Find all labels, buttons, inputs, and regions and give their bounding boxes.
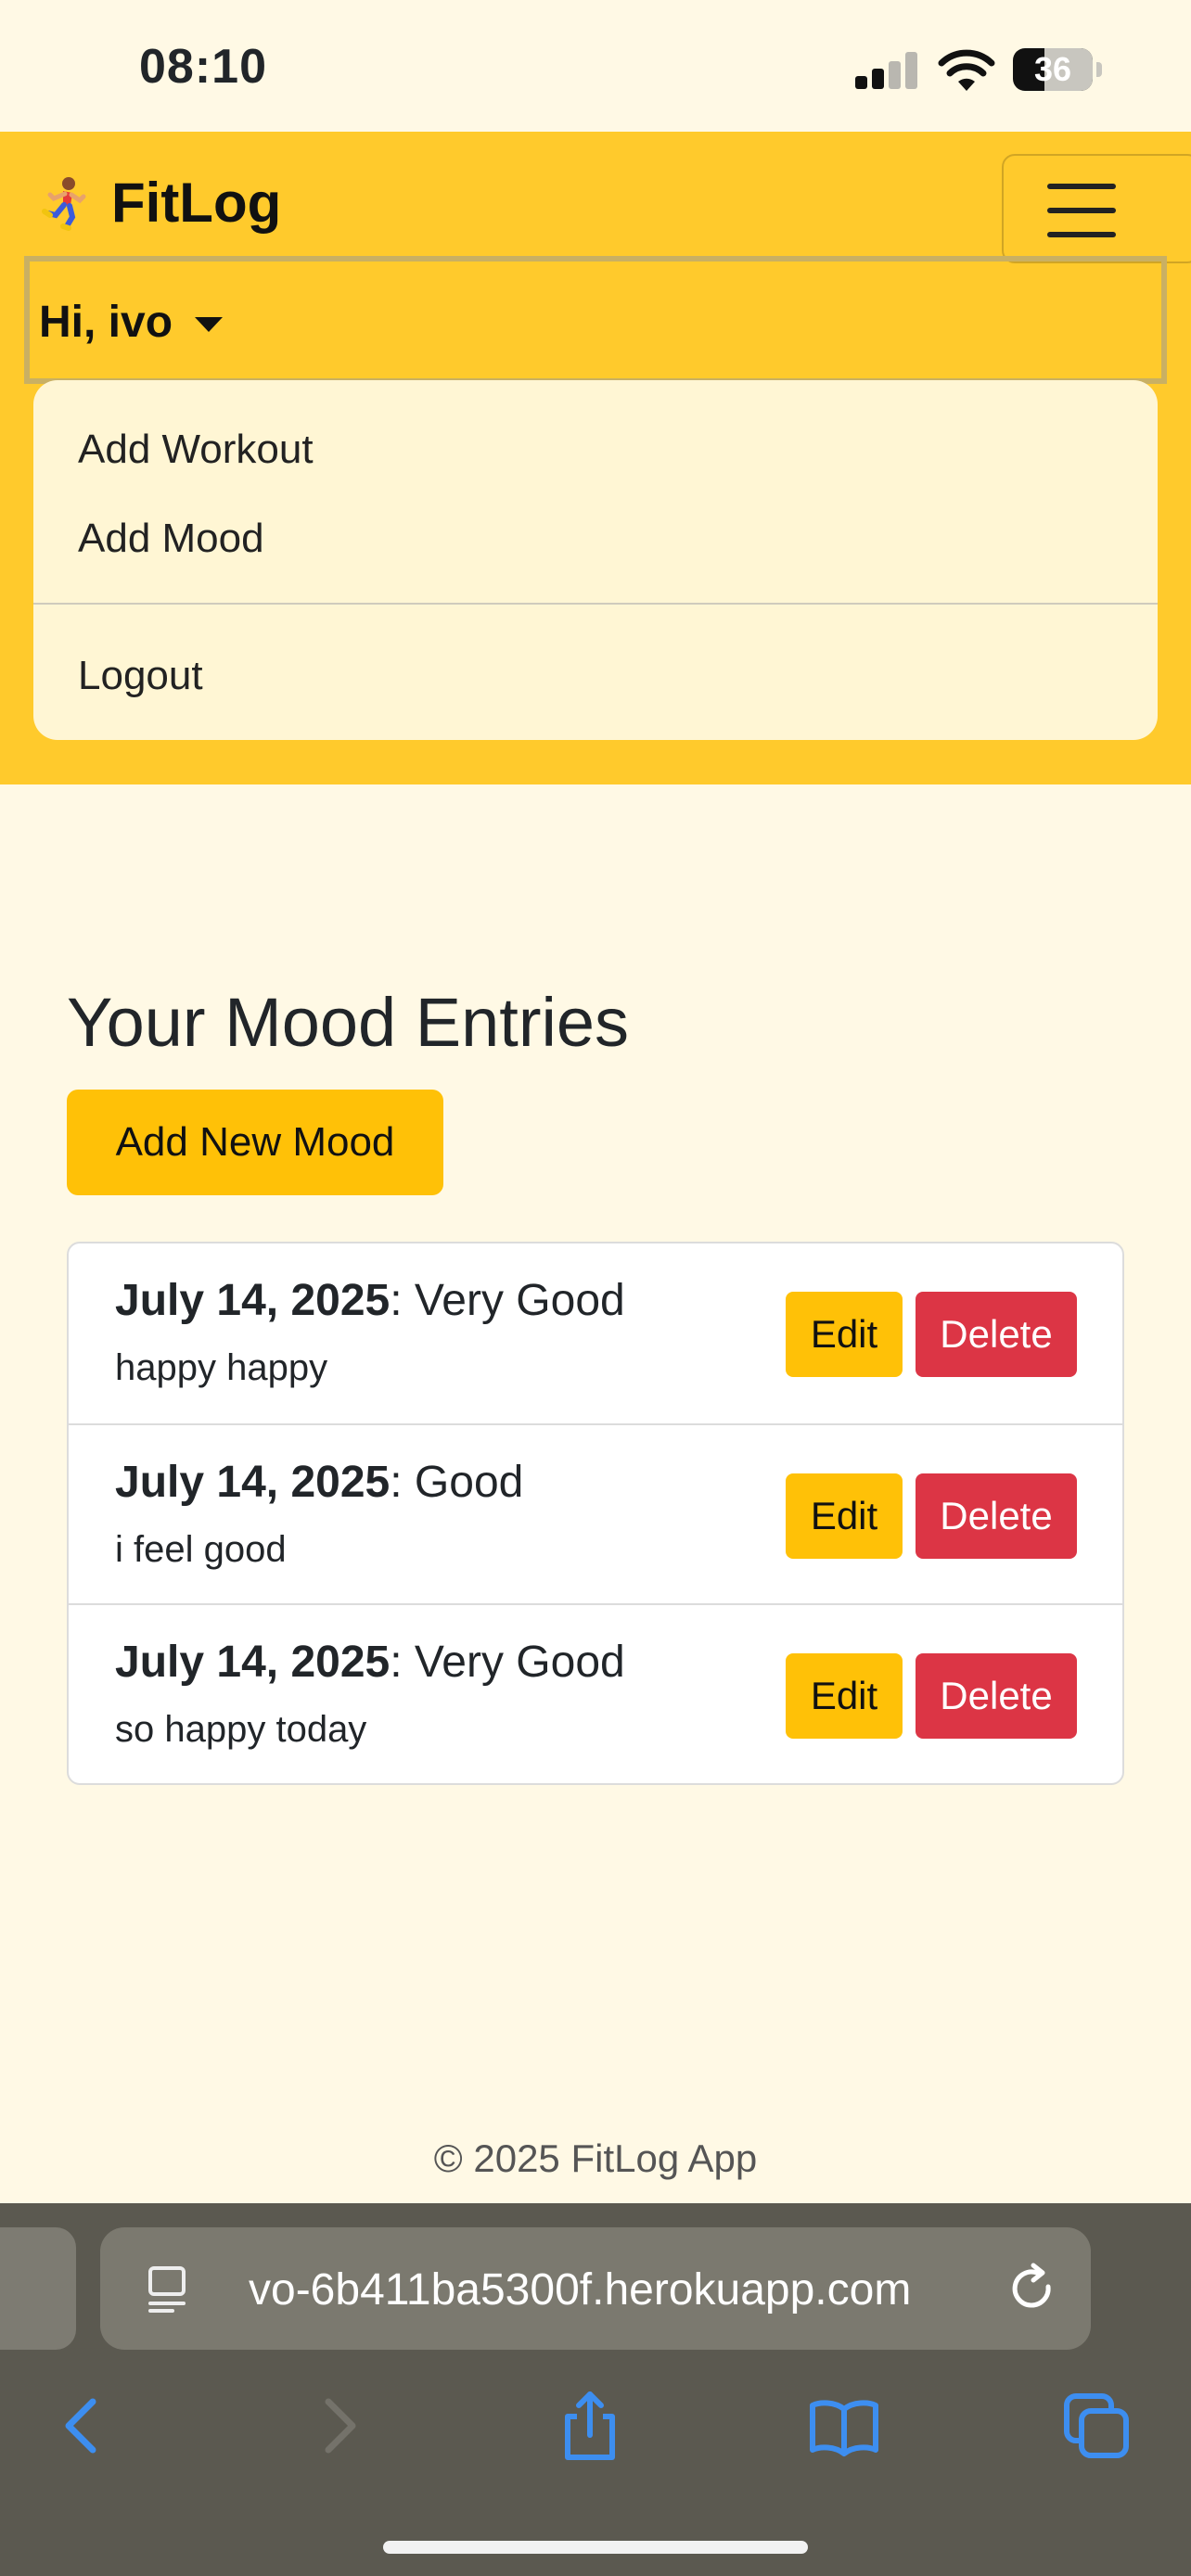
- user-greeting: Hi, ivo: [39, 298, 173, 347]
- wifi-icon: [938, 49, 995, 91]
- mood-entry-heading: July 14, 2025: Good: [115, 1458, 524, 1507]
- footer-copyright: © 2025 FitLog App: [433, 2136, 758, 2180]
- mood-entry-mood: Very Good: [414, 1638, 625, 1687]
- mood-entry-date: July 14, 2025: [115, 1638, 391, 1687]
- dropdown-item-add-workout[interactable]: Add Workout: [78, 427, 314, 473]
- edit-mood-button[interactable]: Edit: [786, 1653, 903, 1739]
- user-dropdown-menu: Add Workout Add Mood Logout: [33, 380, 1158, 740]
- mood-entry: July 14, 2025: Good i feel good Edit Del…: [69, 1423, 1122, 1603]
- edit-mood-button[interactable]: Edit: [786, 1292, 903, 1377]
- cellular-signal-icon: [855, 52, 918, 89]
- dropdown-item-logout[interactable]: Logout: [78, 653, 203, 699]
- brand-link[interactable]: FitLog: [35, 171, 281, 235]
- navbar: FitLog Hi, ivo Add Workout Add Mood Logo…: [0, 132, 1191, 784]
- delete-mood-button[interactable]: Delete: [916, 1653, 1077, 1739]
- share-icon[interactable]: [553, 2389, 627, 2463]
- mood-entry: July 14, 2025: Very Good happy happy Edi…: [69, 1243, 1122, 1423]
- forward-icon[interactable]: [302, 2389, 377, 2463]
- url-text: vo-6b411ba5300f.herokuapp.com: [249, 2265, 912, 2315]
- mood-entry-date: July 14, 2025: [115, 1276, 391, 1325]
- caret-down-icon: [195, 317, 223, 332]
- mood-entry-mood: Good: [414, 1458, 524, 1507]
- dropdown-item-add-mood[interactable]: Add Mood: [78, 516, 264, 562]
- browser-toolbar: vo-6b411ba5300f.herokuapp.com: [0, 2203, 1191, 2576]
- status-time: 08:10: [139, 40, 267, 94]
- mood-entry-note: happy happy: [115, 1347, 328, 1388]
- tabs-icon[interactable]: [1059, 2389, 1133, 2463]
- reload-icon[interactable]: [1005, 2261, 1061, 2316]
- delete-mood-button[interactable]: Delete: [916, 1473, 1077, 1559]
- back-icon[interactable]: [45, 2389, 119, 2463]
- page-menu-icon[interactable]: [147, 2264, 191, 2313]
- user-dropdown-toggle[interactable]: Hi, ivo: [24, 256, 1167, 384]
- battery-icon: 36: [1013, 48, 1102, 91]
- mood-entry-note: i feel good: [115, 1529, 287, 1570]
- mood-entry-note: so happy today: [115, 1709, 367, 1750]
- mood-entry: July 14, 2025: Very Good so happy today …: [69, 1603, 1122, 1783]
- navbar-toggler-button[interactable]: [1002, 154, 1191, 263]
- mood-entry-date: July 14, 2025: [115, 1458, 391, 1507]
- dropdown-divider: [33, 603, 1158, 605]
- edit-mood-button[interactable]: Edit: [786, 1473, 903, 1559]
- home-indicator: [383, 2541, 808, 2554]
- brand-name: FitLog: [111, 172, 282, 234]
- mood-entry-heading: July 14, 2025: Very Good: [115, 1638, 625, 1687]
- battery-level: 36: [1033, 50, 1072, 88]
- previous-tab-preview[interactable]: [0, 2227, 76, 2350]
- status-bar: 08:10 36: [0, 0, 1191, 132]
- runner-emoji-icon: [42, 176, 86, 231]
- add-new-mood-button[interactable]: Add New Mood: [67, 1090, 443, 1195]
- mood-entries-list: July 14, 2025: Very Good happy happy Edi…: [67, 1242, 1124, 1785]
- mood-entry-mood: Very Good: [414, 1276, 625, 1325]
- mood-entry-heading: July 14, 2025: Very Good: [115, 1276, 625, 1325]
- bookmarks-icon[interactable]: [807, 2389, 881, 2463]
- page-title: Your Mood Entries: [67, 984, 630, 1061]
- address-bar[interactable]: vo-6b411ba5300f.herokuapp.com: [100, 2227, 1091, 2350]
- delete-mood-button[interactable]: Delete: [916, 1292, 1077, 1377]
